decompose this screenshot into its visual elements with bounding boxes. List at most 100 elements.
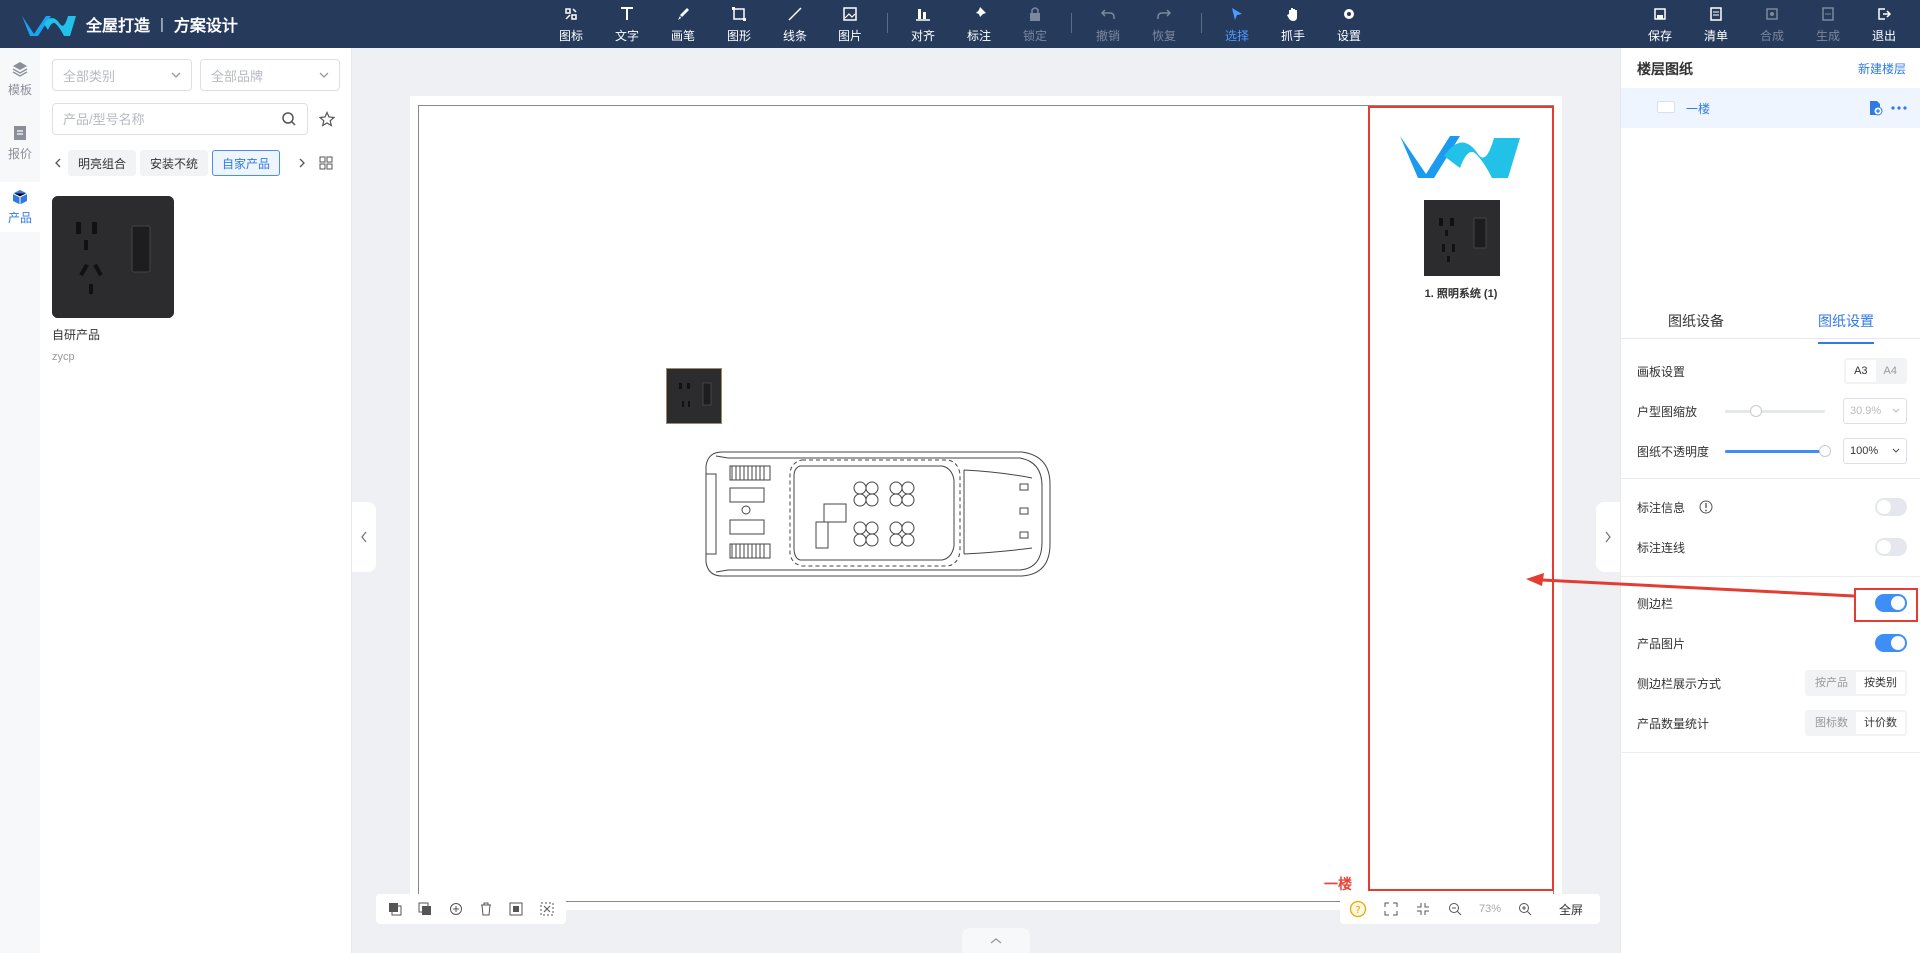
hand-icon <box>1287 8 1297 21</box>
actual-size-button[interactable] <box>1410 894 1436 924</box>
tool-icon-stamp[interactable]: 图标 <box>551 4 591 44</box>
rail-label: 报价 <box>7 147 32 161</box>
tool-label: 图标 <box>558 29 583 43</box>
tool-image[interactable]: 图片 <box>830 4 870 44</box>
lock-icon <box>1030 7 1040 21</box>
save-button[interactable]: 保存 <box>1640 4 1680 44</box>
annot-line-toggle[interactable] <box>1875 538 1907 556</box>
chevron-down-icon <box>1892 448 1900 453</box>
product-card[interactable]: 自研产品 zycp <box>52 196 177 363</box>
rail-item-template[interactable]: 模板 <box>0 54 40 104</box>
search-icon[interactable] <box>281 111 297 127</box>
tag-label: 自家产品 <box>222 156 271 171</box>
count-by-icon[interactable]: 图标数 <box>1807 712 1856 734</box>
tool-hand[interactable]: 抓手 <box>1273 4 1313 44</box>
info-icon[interactable] <box>1699 500 1713 514</box>
tag-item[interactable]: 自家产品 <box>212 150 281 176</box>
tag-prev-button[interactable] <box>52 154 64 172</box>
scale-select[interactable]: 30.9% <box>1843 398 1907 424</box>
exit-button[interactable]: 退出 <box>1864 4 1904 44</box>
new-floor-link[interactable]: 新建楼层 <box>1858 60 1906 77</box>
product-image-row: 产品图片 <box>1637 630 1907 656</box>
compose-button[interactable]: 合成 <box>1752 4 1792 44</box>
opacity-slider[interactable] <box>1725 445 1831 457</box>
panel-title: 楼层图纸 <box>1637 61 1693 77</box>
tag-label: 明亮组合 <box>78 156 127 171</box>
tool-lock[interactable]: 锁定 <box>1015 4 1055 44</box>
tool-shape[interactable]: 图形 <box>719 4 759 44</box>
list-button[interactable]: 清单 <box>1696 4 1736 44</box>
count-by-price[interactable]: 计价数 <box>1856 712 1905 734</box>
favorite-button[interactable] <box>313 103 341 135</box>
tool-annotate[interactable]: 标注 <box>959 4 999 44</box>
sidebar-legend[interactable]: 1. 照明系统 (1) <box>1368 106 1554 891</box>
rail-item-quote[interactable]: 报价 <box>0 118 40 168</box>
slider-knob[interactable] <box>1749 405 1762 417</box>
tool-select[interactable]: 选择 <box>1217 4 1257 44</box>
tool-line[interactable]: 线条 <box>775 4 815 44</box>
zoom-out-icon <box>1449 903 1462 916</box>
add-file-icon[interactable] <box>1867 100 1883 116</box>
group-button[interactable] <box>501 894 531 924</box>
fullscreen-button[interactable]: 全屏 <box>1548 894 1594 924</box>
product-title: 自研产品 <box>52 328 101 342</box>
zoom-in-icon <box>1519 903 1532 916</box>
tag-item[interactable]: 明亮组合 <box>68 150 137 176</box>
search-input[interactable] <box>63 111 281 127</box>
save-icon <box>1654 8 1666 20</box>
generate-button[interactable]: 生成 <box>1808 4 1848 44</box>
floor-list-item[interactable]: 一楼 <box>1621 88 1920 128</box>
annot-info-toggle[interactable] <box>1875 498 1907 516</box>
sidebar-mode-by-category[interactable]: 按类别 <box>1856 672 1905 694</box>
tab-paper-settings[interactable]: 图纸设置 <box>1818 306 1874 344</box>
product-image-toggle[interactable] <box>1875 634 1907 652</box>
trash-icon <box>481 902 492 916</box>
product-image <box>52 196 174 318</box>
chevron-down-icon <box>171 72 181 78</box>
rail-item-product[interactable]: 产品 <box>0 182 40 232</box>
tab-devices[interactable]: 图纸设备 <box>1668 306 1724 344</box>
help-icon: ? <box>1349 900 1367 918</box>
redo-icon <box>1157 9 1172 19</box>
board-option-a3[interactable]: A3 <box>1846 360 1876 382</box>
opacity-select[interactable]: 100% <box>1843 438 1907 464</box>
tool-settings[interactable]: 设置 <box>1329 4 1369 44</box>
tool-align[interactable]: 对齐 <box>903 4 943 44</box>
collapse-right-panel-button[interactable] <box>1596 502 1620 572</box>
help-button[interactable]: ? <box>1344 894 1372 924</box>
placed-socket[interactable] <box>666 368 722 424</box>
shape-icon <box>732 7 746 21</box>
tool-text[interactable]: 文字 <box>607 4 647 44</box>
category-select[interactable]: 全部类别 <box>52 59 192 91</box>
fit-button[interactable] <box>1378 894 1404 924</box>
tool-label: 图形 <box>726 29 751 43</box>
brand-select[interactable]: 全部品牌 <box>200 59 340 91</box>
floorplan-drawing[interactable] <box>702 444 1054 584</box>
tool-redo[interactable]: 恢复 <box>1144 4 1184 44</box>
collapse-bottom-button[interactable] <box>962 928 1030 953</box>
bring-front-button[interactable] <box>380 894 410 924</box>
zoom-out-button[interactable] <box>1442 894 1468 924</box>
collapse-left-panel-button[interactable] <box>352 502 376 572</box>
tag-item[interactable]: 安装不统 <box>140 150 209 176</box>
more-icon[interactable] <box>1891 106 1907 110</box>
slider-knob[interactable] <box>1819 445 1831 457</box>
tool-brush[interactable]: 画笔 <box>663 4 703 44</box>
chevron-left-icon <box>55 158 61 168</box>
gear-icon <box>1344 9 1354 19</box>
product-panel: 全部类别 全部品牌 明亮组合 安装不统 自家产品 <box>40 48 352 953</box>
drawing-paper[interactable]: 一楼 1. 照明系统 (1) <box>410 96 1562 910</box>
sidebar-mode-by-product[interactable]: 按产品 <box>1807 672 1856 694</box>
tool-undo[interactable]: 撤销 <box>1088 4 1128 44</box>
ungroup-button[interactable] <box>532 894 562 924</box>
zoom-in-button[interactable] <box>1512 894 1538 924</box>
tag-next-button[interactable] <box>296 154 308 172</box>
setting-label: 产品数量统计 <box>1637 717 1710 731</box>
copy-button[interactable] <box>441 894 471 924</box>
send-back-button[interactable] <box>410 894 440 924</box>
grid-view-button[interactable] <box>318 154 334 172</box>
board-option-a4[interactable]: A4 <box>1876 360 1905 382</box>
scale-slider[interactable] <box>1725 405 1825 417</box>
delete-button[interactable] <box>471 894 501 924</box>
setting-label: 标注连线 <box>1637 541 1686 555</box>
